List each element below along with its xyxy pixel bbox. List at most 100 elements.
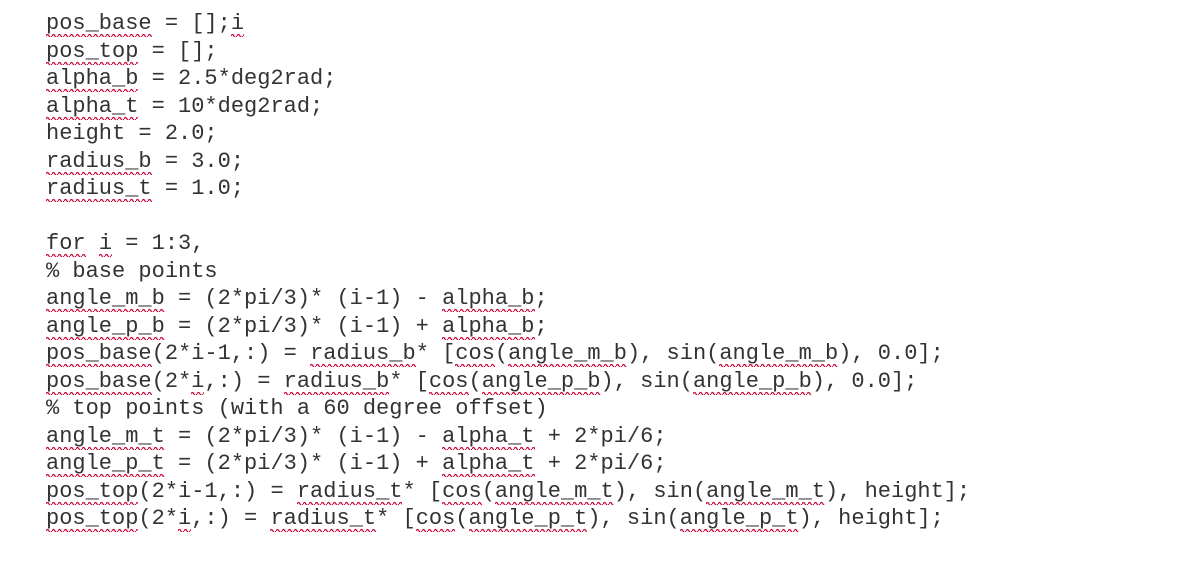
code-token: = 3.0; [152, 149, 244, 174]
squiggly-token: i [191, 369, 204, 395]
code-token: ,:) = [204, 369, 283, 394]
code-token: ), 0.0]; [812, 369, 918, 394]
code-line: angle_m_b = (2*pi/3)* (i-1) - alpha_b; [46, 285, 1200, 313]
code-token: = 1.0; [152, 176, 244, 201]
code-token: = 2.5*deg2rad; [138, 66, 336, 91]
code-token: * [ [389, 369, 429, 394]
squiggly-token: pos_base [46, 369, 152, 395]
code-line: alpha_t = 10*deg2rad; [46, 93, 1200, 121]
code-line: radius_b = 3.0; [46, 148, 1200, 176]
code-token: ), height]; [825, 479, 970, 504]
code-line: angle_p_t = (2*pi/3)* (i-1) + alpha_t + … [46, 450, 1200, 478]
squiggly-token: for [46, 231, 86, 257]
squiggly-token: alpha_t [442, 424, 534, 450]
squiggly-token: i [231, 11, 244, 37]
squiggly-token: i [99, 231, 112, 257]
code-line: for i = 1:3, [46, 230, 1200, 258]
squiggly-token: radius_b [310, 341, 416, 367]
code-line: angle_p_b = (2*pi/3)* (i-1) + alpha_b; [46, 313, 1200, 341]
squiggly-token: radius_b [284, 369, 390, 395]
code-token: = 10*deg2rad; [138, 94, 323, 119]
squiggly-token: pos_base [46, 341, 152, 367]
code-block: pos_base = [];ipos_top = [];alpha_b = 2.… [0, 0, 1200, 533]
squiggly-token: alpha_b [46, 66, 138, 92]
code-token: = []; [152, 11, 231, 36]
squiggly-token: pos_top [46, 39, 138, 65]
code-token: % top points (with a 60 degree offset) [46, 396, 548, 421]
code-line: % base points [46, 258, 1200, 286]
code-token: % base points [46, 259, 218, 284]
code-token: (2*i-1,:) = [152, 341, 310, 366]
squiggly-token: radius_t [297, 479, 403, 505]
code-token: * [ [416, 341, 456, 366]
squiggly-token: alpha_t [46, 94, 138, 120]
squiggly-token: angle_p_t [46, 451, 165, 477]
squiggly-token: cos [442, 479, 482, 505]
squiggly-token: cos [429, 369, 469, 395]
code-line: radius_t = 1.0; [46, 175, 1200, 203]
code-token: (2* [138, 506, 178, 531]
squiggly-token: cos [416, 506, 456, 532]
code-line [46, 203, 1200, 231]
squiggly-token: angle_p_b [693, 369, 812, 395]
code-token: ( [495, 341, 508, 366]
squiggly-token: alpha_t [442, 451, 534, 477]
squiggly-token: angle_p_t [469, 506, 588, 532]
squiggly-token: angle_p_t [680, 506, 799, 532]
squiggly-token: angle_p_b [482, 369, 601, 395]
code-line: pos_base = [];i [46, 10, 1200, 38]
squiggly-token: angle_m_b [508, 341, 627, 367]
squiggly-token: pos_top [46, 479, 138, 505]
code-token: + 2*pi/6; [535, 424, 667, 449]
squiggly-token: angle_m_b [46, 286, 165, 312]
squiggly-token: radius_t [46, 176, 152, 202]
squiggly-token: i [178, 506, 191, 532]
squiggly-token: angle_m_t [46, 424, 165, 450]
code-token: = 1:3, [112, 231, 204, 256]
code-token: (2*i-1,:) = [138, 479, 296, 504]
code-token [86, 231, 99, 256]
code-line: height = 2.0; [46, 120, 1200, 148]
code-token: = []; [138, 39, 217, 64]
code-token: ( [469, 369, 482, 394]
code-line: pos_top = []; [46, 38, 1200, 66]
code-token: height = 2.0; [46, 121, 218, 146]
code-token: ), sin( [627, 341, 719, 366]
code-line: angle_m_t = (2*pi/3)* (i-1) - alpha_t + … [46, 423, 1200, 451]
code-line: pos_top(2*i,:) = radius_t* [cos(angle_p_… [46, 505, 1200, 533]
squiggly-token: angle_m_b [719, 341, 838, 367]
code-token: ), 0.0]; [838, 341, 944, 366]
squiggly-token: radius_b [46, 149, 152, 175]
code-token: ; [535, 286, 548, 311]
squiggly-token: alpha_b [442, 286, 534, 312]
squiggly-token: angle_m_t [495, 479, 614, 505]
code-line: pos_base(2*i,:) = radius_b* [cos(angle_p… [46, 368, 1200, 396]
code-line: pos_top(2*i-1,:) = radius_t* [cos(angle_… [46, 478, 1200, 506]
code-token: ( [455, 506, 468, 531]
code-line: pos_base(2*i-1,:) = radius_b* [cos(angle… [46, 340, 1200, 368]
code-token: ), height]; [799, 506, 944, 531]
code-token: = (2*pi/3)* (i-1) - [165, 286, 442, 311]
code-token: + 2*pi/6; [535, 451, 667, 476]
code-token: ), sin( [614, 479, 706, 504]
code-token: ( [482, 479, 495, 504]
code-token: = (2*pi/3)* (i-1) + [165, 451, 442, 476]
code-token: ,:) = [191, 506, 270, 531]
code-token: (2* [152, 369, 192, 394]
code-token: ), sin( [587, 506, 679, 531]
squiggly-token: pos_base [46, 11, 152, 37]
squiggly-token: angle_p_b [46, 314, 165, 340]
squiggly-token: angle_m_t [706, 479, 825, 505]
squiggly-token: radius_t [270, 506, 376, 532]
code-token: ), sin( [601, 369, 693, 394]
code-token: * [ [376, 506, 416, 531]
code-token: ; [535, 314, 548, 339]
code-token: = (2*pi/3)* (i-1) - [165, 424, 442, 449]
code-token: = (2*pi/3)* (i-1) + [165, 314, 442, 339]
squiggly-token: alpha_b [442, 314, 534, 340]
squiggly-token: pos_top [46, 506, 138, 532]
code-token: * [ [402, 479, 442, 504]
code-line: % top points (with a 60 degree offset) [46, 395, 1200, 423]
code-line: alpha_b = 2.5*deg2rad; [46, 65, 1200, 93]
squiggly-token: cos [455, 341, 495, 367]
